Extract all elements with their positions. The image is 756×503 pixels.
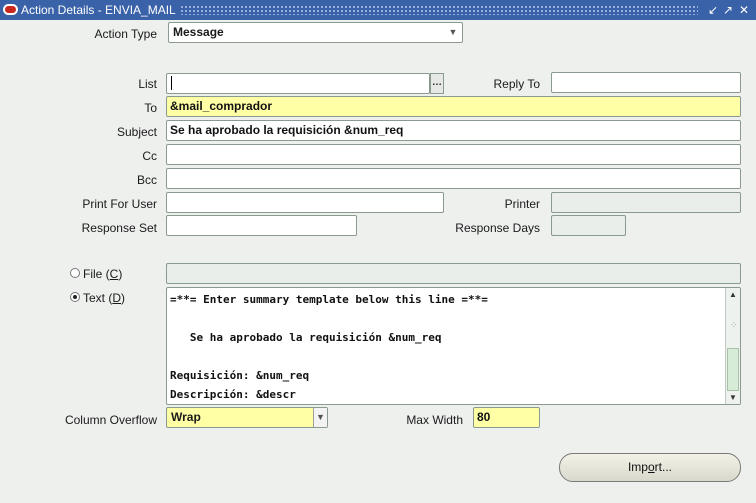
scroll-down-icon[interactable]: ▼ [726, 391, 740, 404]
scroll-up-icon[interactable]: ▲ [726, 288, 740, 301]
text-line: Se ha aprobado la requisición &num_req [170, 331, 442, 344]
reply-to-field[interactable] [551, 72, 741, 93]
action-type-select[interactable]: Message ▼ [168, 22, 463, 43]
subject-label: Subject [116, 125, 157, 139]
minimize-icon[interactable]: ↙ [706, 2, 720, 18]
window-title: Action Details - ENVIA_MAIL [21, 3, 176, 17]
column-overflow-select[interactable]: Wrap ▼ [166, 407, 328, 428]
text-line: =**= Enter summary template below this l… [170, 293, 488, 306]
max-width-field[interactable]: 80 [473, 407, 540, 428]
text-radio[interactable] [70, 292, 80, 302]
max-width-label: Max Width [406, 413, 463, 427]
action-type-label: Action Type [94, 27, 157, 41]
to-field[interactable]: &mail_comprador [166, 96, 741, 117]
print-for-user-label: Print For User [82, 197, 157, 211]
file-radio-label[interactable]: File (C) [83, 266, 122, 282]
import-button[interactable]: Import... [559, 453, 741, 482]
scroll-thumb[interactable] [727, 348, 739, 391]
oracle-app-icon [3, 4, 18, 15]
cc-field[interactable] [166, 144, 741, 165]
text-area-scrollbar[interactable]: ▲ ⁘ ▼ [725, 288, 740, 404]
chevron-down-icon[interactable]: ▼ [313, 408, 327, 427]
print-for-user-field[interactable] [166, 192, 444, 213]
action-type-value: Message [173, 25, 224, 39]
maximize-icon[interactable]: ↗ [721, 2, 735, 18]
chevron-down-icon[interactable]: ▼ [447, 23, 459, 42]
window-title-bar[interactable]: Action Details - ENVIA_MAIL ↙ ↗ ✕ [0, 0, 756, 20]
reply-to-label: Reply To [493, 77, 540, 91]
bcc-label: Bcc [136, 173, 157, 187]
printer-field[interactable] [551, 192, 741, 213]
list-field[interactable] [166, 73, 430, 94]
file-radio[interactable] [70, 268, 80, 278]
message-text-area[interactable]: =**= Enter summary template below this l… [166, 287, 741, 405]
response-set-field[interactable] [166, 215, 357, 236]
text-radio-label[interactable]: Text (D) [83, 290, 125, 306]
list-label: List [138, 77, 157, 91]
close-icon[interactable]: ✕ [737, 2, 751, 18]
response-days-field[interactable] [551, 215, 626, 236]
column-overflow-value: Wrap [171, 410, 201, 424]
cc-label: Cc [142, 149, 157, 163]
subject-field[interactable]: Se ha aprobado la requisición &num_req [166, 120, 741, 141]
text-cursor [171, 76, 172, 90]
bcc-field[interactable] [166, 168, 741, 189]
to-label: To [144, 101, 157, 115]
text-line: Descripción: &descr [170, 388, 296, 401]
text-line: Requisición: &num_req [170, 369, 310, 382]
scroll-grip-icon: ⁘ [730, 320, 738, 330]
file-path-field[interactable] [166, 263, 741, 284]
column-overflow-label: Column Overflow [64, 413, 157, 427]
printer-label: Printer [504, 197, 540, 211]
title-bar-grip [180, 5, 698, 15]
response-days-label: Response Days [455, 221, 540, 235]
response-set-label: Response Set [81, 221, 157, 235]
